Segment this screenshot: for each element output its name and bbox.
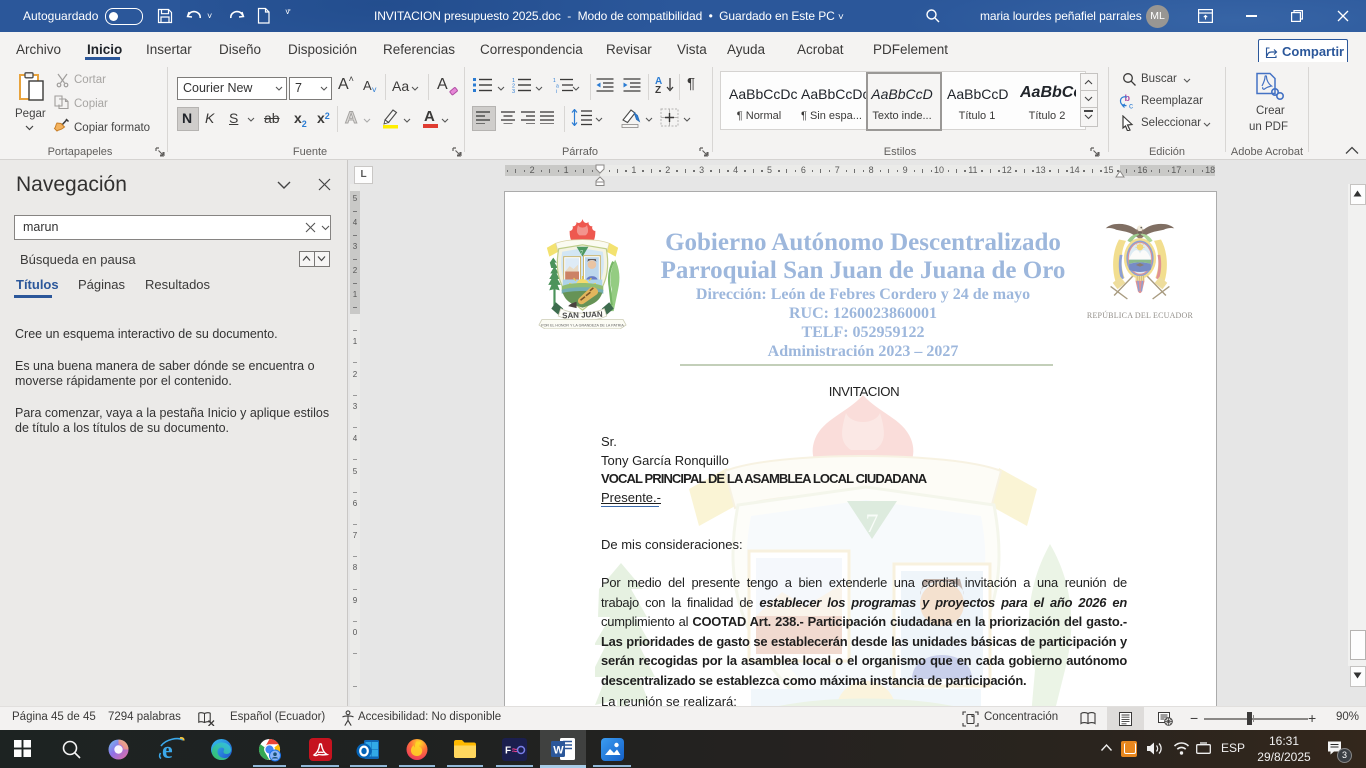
svg-text:c: c (1129, 102, 1133, 111)
svg-text:F: F (505, 746, 511, 757)
svg-text:W: W (553, 745, 564, 757)
svg-text:3: 3 (512, 89, 515, 93)
svg-text:e: e (162, 738, 173, 763)
svg-text:i: i (556, 89, 557, 93)
